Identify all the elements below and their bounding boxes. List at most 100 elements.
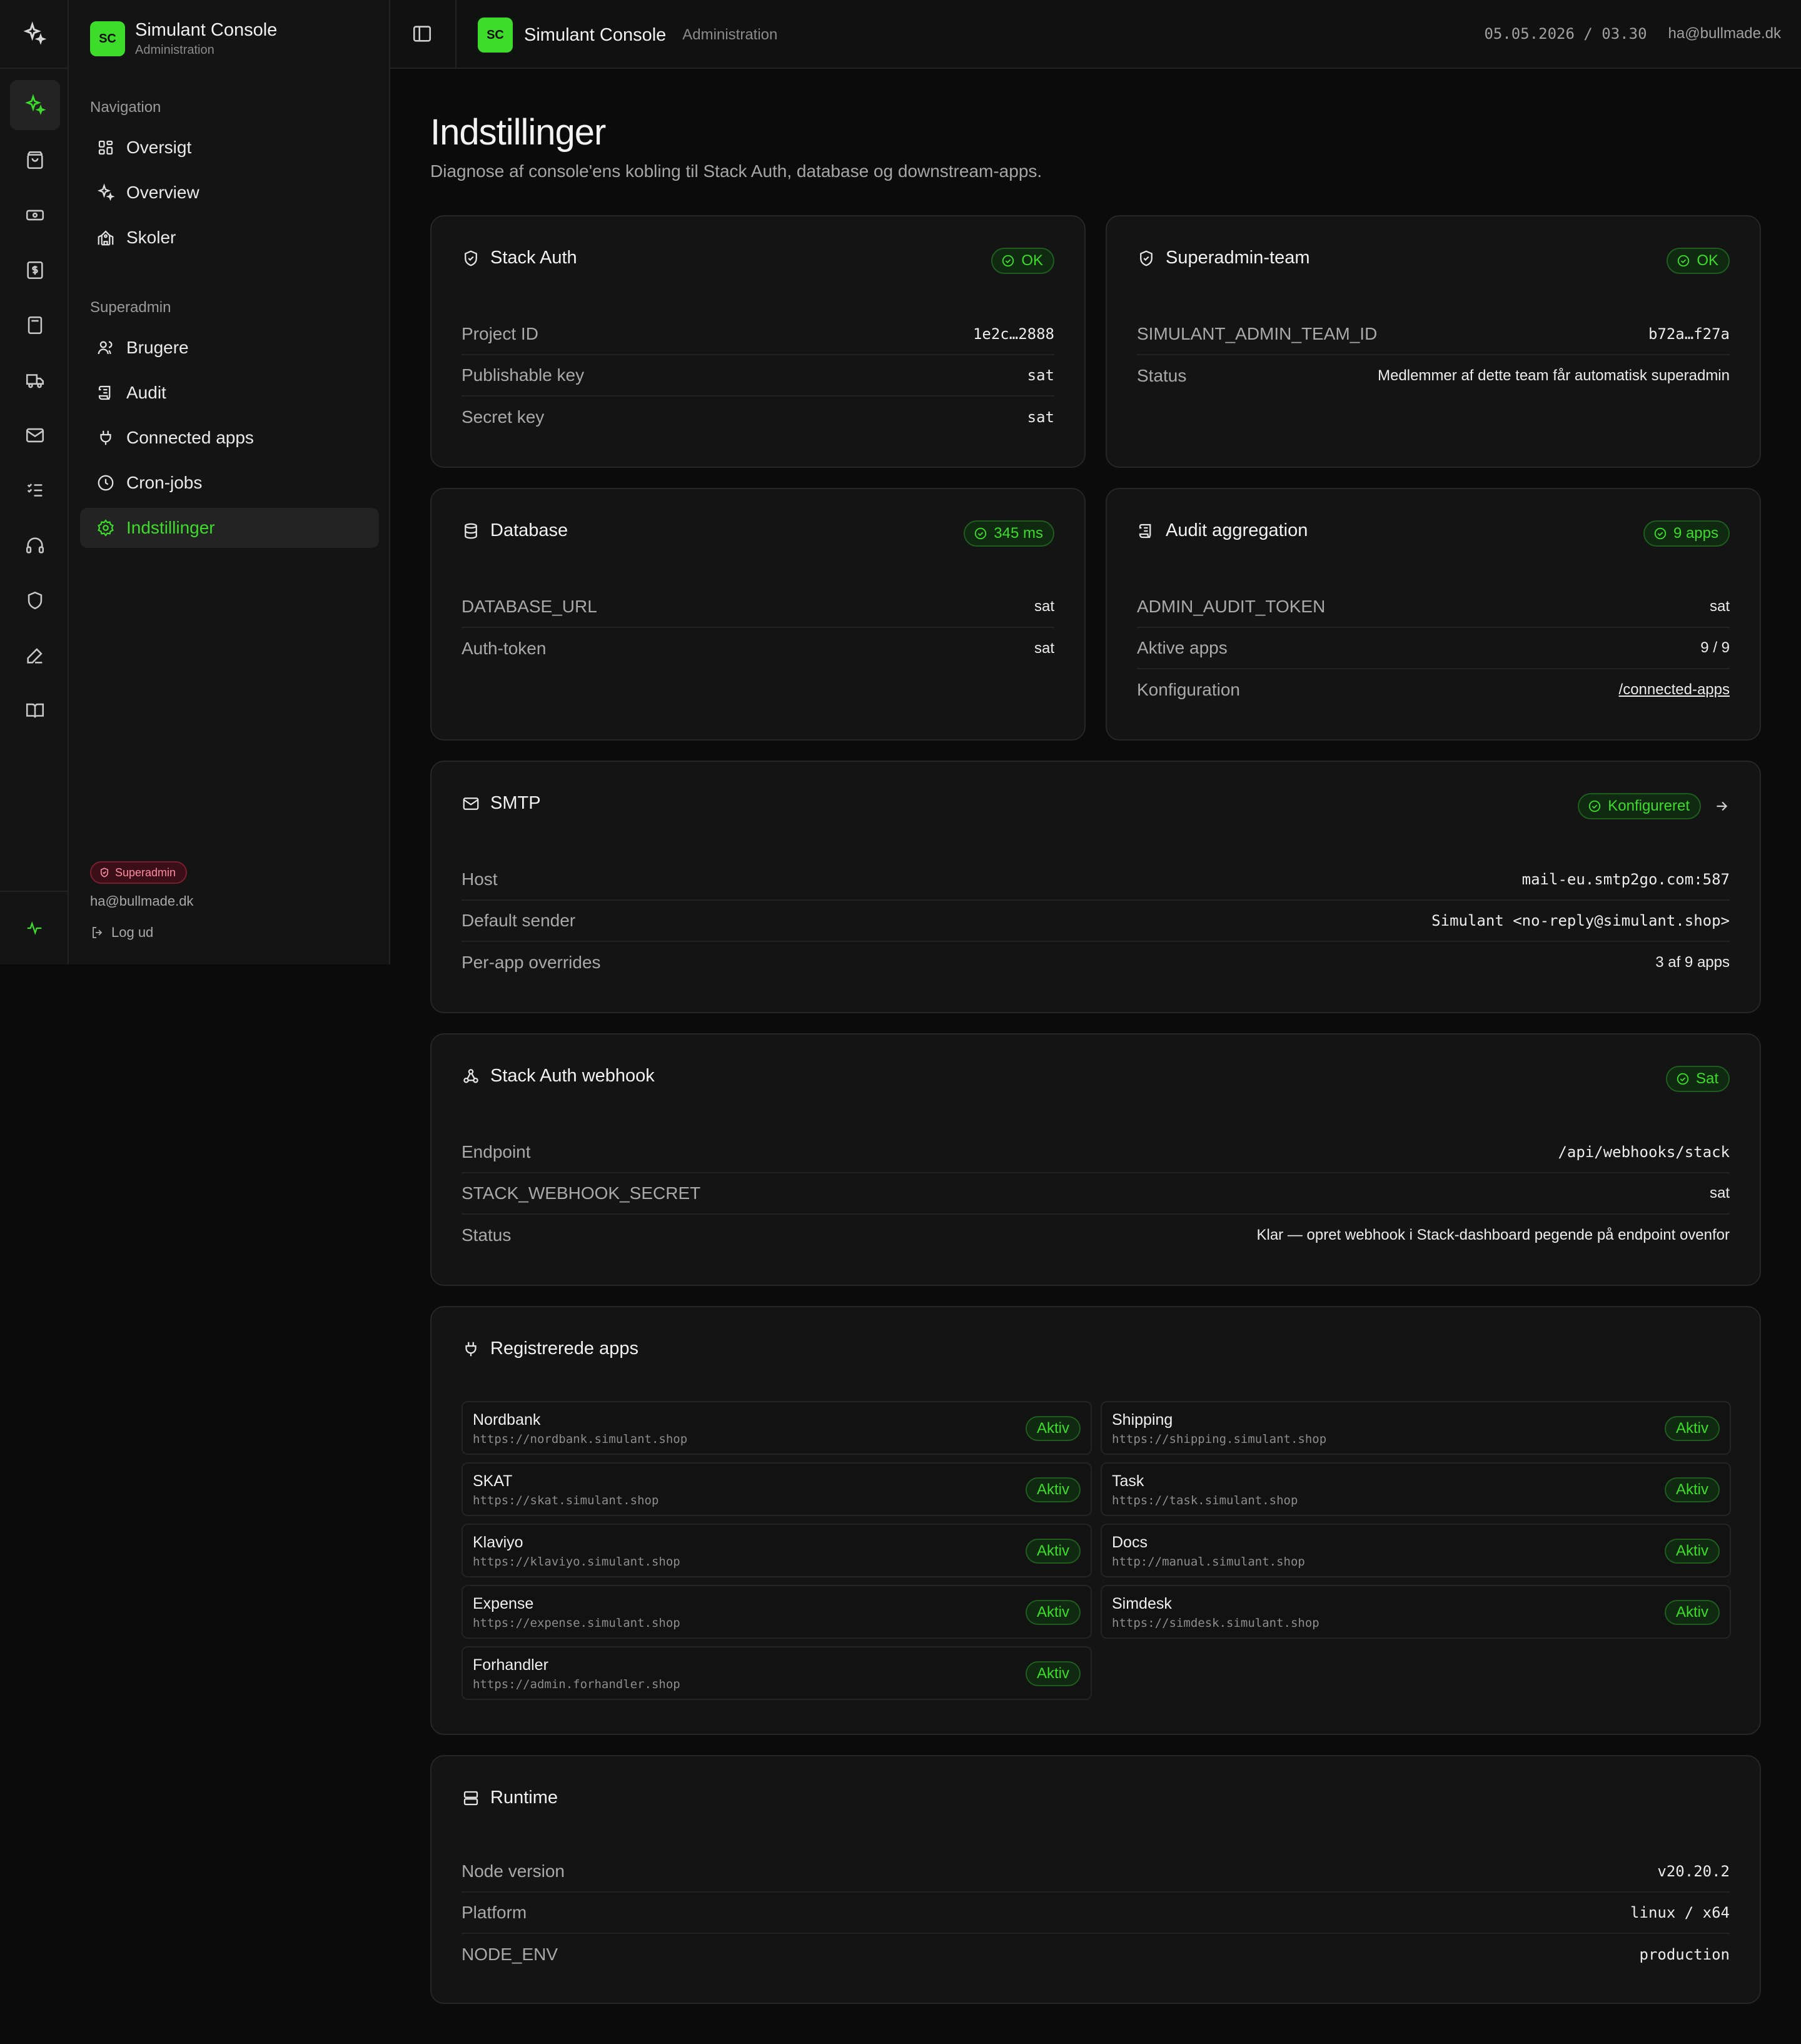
kv-row: ADMIN_AUDIT_TOKEN sat xyxy=(1137,587,1730,628)
app-url: https://expense.simulant.shop xyxy=(473,1616,680,1630)
app-item-expense[interactable]: Expense https://expense.simulant.shop Akti… xyxy=(462,1585,1092,1639)
smtp-card: SMTP Konfigureret Host mail-eu.smtp2go.co… xyxy=(430,761,1761,1013)
kv-value: b72a…f27a xyxy=(1648,325,1730,343)
grid-icon xyxy=(98,140,113,155)
app-item-shipping[interactable]: Shipping https://shipping.simulant.shop Ak… xyxy=(1101,1401,1731,1455)
sidebar-item-skoler[interactable]: Skoler xyxy=(80,218,379,258)
arrow-right-icon[interactable] xyxy=(1713,798,1730,817)
logout-link[interactable]: Log ud xyxy=(90,924,153,941)
app-item-skat[interactable]: SKAT https://skat.simulant.shop Aktiv xyxy=(462,1462,1092,1516)
kv-key: STACK_WEBHOOK_SECRET xyxy=(462,1183,701,1203)
kv-value: /api/webhooks/stack xyxy=(1558,1143,1730,1161)
app-url: https://nordbank.simulant.shop xyxy=(473,1432,688,1446)
sidebar-item-connected-apps[interactable]: Connected apps xyxy=(80,418,379,458)
rail-truck-icon[interactable] xyxy=(10,355,60,405)
rail-mail-icon[interactable] xyxy=(10,410,60,460)
rail-bag-icon[interactable] xyxy=(10,135,60,185)
status-badge-label: OK xyxy=(1697,252,1718,269)
logo-sparkle-icon[interactable] xyxy=(0,0,69,69)
latency-badge-label: 345 ms xyxy=(994,525,1043,542)
rail-book-icon[interactable] xyxy=(10,686,60,736)
rail-dollar-icon[interactable] xyxy=(10,245,60,295)
app-item-nordbank[interactable]: Nordbank https://nordbank.simulant.shop Ak… xyxy=(462,1401,1092,1455)
kv-value: 9 / 9 xyxy=(1700,639,1730,656)
sidebar-toggle-icon[interactable] xyxy=(411,23,433,48)
kv-key: Endpoint xyxy=(462,1142,531,1161)
app-name: Expense xyxy=(473,1595,534,1612)
sidebar-item-label: Connected apps xyxy=(126,428,254,447)
shield-check-icon xyxy=(100,868,109,878)
kv-key: NODE_ENV xyxy=(462,1945,558,1964)
app-name: Simulant Console xyxy=(135,20,278,40)
key-value-list: Node version v20.20.2 Platform linux / x64… xyxy=(462,1851,1730,1975)
rail-checklist-icon[interactable] xyxy=(10,465,60,515)
rail-sparkles-icon[interactable] xyxy=(10,80,60,130)
kv-row: Status Klar — opret webhook i Stack-dashb… xyxy=(462,1215,1730,1256)
audit-aggregation-card: Audit aggregation 9 apps ADMIN_AUDIT_TOK… xyxy=(1106,488,1761,741)
kv-key: Default sender xyxy=(462,911,576,930)
apps-count-badge: 9 apps xyxy=(1643,520,1730,547)
status-badge: Sat xyxy=(1665,1066,1730,1092)
app-status-badge: Aktiv xyxy=(1664,1600,1720,1625)
topbar-app-name: Simulant Console xyxy=(524,24,667,45)
rail-headphones-icon[interactable] xyxy=(10,520,60,570)
app-url: https://admin.forhandler.shop xyxy=(473,1677,680,1691)
sparkles-icon xyxy=(97,183,115,201)
app-item-forhandler[interactable]: Forhandler https://admin.forhandler.shop A… xyxy=(462,1646,1092,1700)
rail-activity-icon[interactable] xyxy=(0,891,69,964)
sidebar-item-label: Skoler xyxy=(126,228,176,247)
sidebar-item-indstillinger[interactable]: Indstillinger xyxy=(80,508,379,548)
app-item-docs[interactable]: Docs http://manual.simulant.shop Aktiv xyxy=(1101,1524,1731,1577)
sidebar-item-audit[interactable]: Audit xyxy=(80,373,379,413)
runtime-card: Runtime Node version v20.20.2 Platform lin… xyxy=(430,1755,1761,2004)
app-item-task[interactable]: Task https://task.simulant.shop Aktiv xyxy=(1101,1462,1731,1516)
sidebar-item-label: Oversigt xyxy=(126,138,192,157)
kv-key: ADMIN_AUDIT_TOKEN xyxy=(1137,597,1326,616)
topbar-datetime: 05.05.2026 / 03.30 xyxy=(1484,25,1647,43)
app-name: Klaviyo xyxy=(473,1534,523,1551)
shield-check-icon xyxy=(1140,250,1153,266)
app-subtitle: Administration xyxy=(135,43,214,57)
status-badge: Konfigureret xyxy=(1578,793,1701,819)
rail-pen-icon[interactable] xyxy=(10,630,60,680)
topbar-brand[interactable]: SC Simulant Console Administration xyxy=(478,18,777,53)
scroll-icon xyxy=(1139,524,1151,538)
topbar-divider xyxy=(455,0,457,69)
database-icon xyxy=(465,523,477,539)
latency-badge: 345 ms xyxy=(964,520,1054,547)
logout-label: Log ud xyxy=(111,924,154,940)
connected-apps-link[interactable]: /connected-apps xyxy=(1619,681,1730,699)
sidebar-item-cron-jobs[interactable]: Cron-jobs xyxy=(80,463,379,503)
kv-value: Simulant <no-reply@simulant.shop> xyxy=(1431,912,1730,929)
check-circle-icon xyxy=(975,527,987,540)
page-title: Indstillinger xyxy=(430,112,606,153)
app-status-badge: Aktiv xyxy=(1664,1416,1720,1441)
check-circle-icon xyxy=(1589,800,1601,812)
kv-key: Per-app overrides xyxy=(462,953,601,972)
kv-row: Default sender Simulant <no-reply@simulan… xyxy=(462,901,1730,942)
topbar-user-email: ha@bullmade.dk xyxy=(1668,25,1781,42)
top-bar: SC Simulant Console Administration 05.05… xyxy=(390,0,1801,69)
kv-row: Auth-token sat xyxy=(462,628,1054,669)
status-badge-label: Konfigureret xyxy=(1608,797,1690,814)
app-item-simdesk[interactable]: Simdesk https://simdesk.simulant.shop Akti… xyxy=(1101,1585,1731,1639)
rail-calculator-icon[interactable] xyxy=(10,300,60,350)
check-circle-icon xyxy=(1678,255,1690,267)
rail-shield-icon[interactable] xyxy=(10,575,60,625)
sidebar-item-brugere[interactable]: Brugere xyxy=(80,328,379,368)
app-url: https://skat.simulant.shop xyxy=(473,1494,659,1507)
sidebar-item-overview[interactable]: Overview xyxy=(80,173,379,213)
sidebar-item-oversigt[interactable]: Oversigt xyxy=(80,128,379,168)
kv-key: Host xyxy=(462,869,498,889)
kv-row: Host mail-eu.smtp2go.com:587 xyxy=(462,859,1730,901)
check-circle-icon xyxy=(1677,1073,1689,1085)
key-value-list: SIMULANT_ADMIN_TEAM_ID b72a…f27a Status Me… xyxy=(1137,314,1730,397)
rail-ticket-icon[interactable] xyxy=(10,190,60,240)
kv-row: NODE_ENV production xyxy=(462,1934,1730,1975)
registered-apps-card: Registrerede apps Nordbank https://nordba… xyxy=(430,1306,1761,1735)
sidebar-brand[interactable]: SC Simulant Console Administration xyxy=(90,20,277,58)
nav-heading: Navigation xyxy=(90,99,161,116)
clock-icon xyxy=(98,475,114,491)
kv-value: 1e2c…2888 xyxy=(972,325,1054,343)
app-item-klaviyo[interactable]: Klaviyo https://klaviyo.simulant.shop Akti… xyxy=(462,1524,1092,1577)
